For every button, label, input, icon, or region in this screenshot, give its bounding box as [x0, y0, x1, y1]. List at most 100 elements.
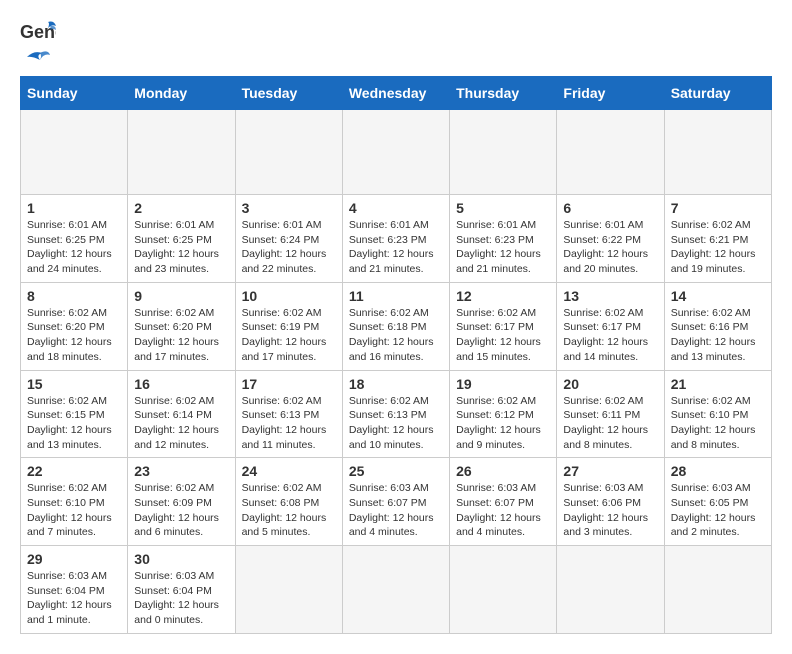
column-header-thursday: Thursday — [450, 77, 557, 110]
day-number: 2 — [134, 200, 228, 216]
table-row — [664, 110, 771, 195]
cell-details: Sunrise: 6:01 AMSunset: 6:25 PMDaylight:… — [134, 218, 228, 277]
cell-details: Sunrise: 6:01 AMSunset: 6:23 PMDaylight:… — [456, 218, 550, 277]
logo: General — [20, 20, 56, 66]
day-number: 21 — [671, 376, 765, 392]
day-number: 14 — [671, 288, 765, 304]
table-row — [557, 110, 664, 195]
table-row: 17 Sunrise: 6:02 AMSunset: 6:13 PMDayligh… — [235, 370, 342, 458]
table-row — [450, 546, 557, 634]
cell-details: Sunrise: 6:03 AMSunset: 6:05 PMDaylight:… — [671, 481, 765, 540]
calendar-table: SundayMondayTuesdayWednesdayThursdayFrid… — [20, 76, 772, 634]
day-number: 17 — [242, 376, 336, 392]
day-number: 4 — [349, 200, 443, 216]
day-number: 25 — [349, 463, 443, 479]
cell-details: Sunrise: 6:02 AMSunset: 6:18 PMDaylight:… — [349, 306, 443, 365]
table-row: 3 Sunrise: 6:01 AMSunset: 6:24 PMDaylight… — [235, 195, 342, 283]
table-row: 30 Sunrise: 6:03 AMSunset: 6:04 PMDayligh… — [128, 546, 235, 634]
table-row — [342, 546, 449, 634]
table-row: 11 Sunrise: 6:02 AMSunset: 6:18 PMDayligh… — [342, 282, 449, 370]
cell-details: Sunrise: 6:01 AMSunset: 6:22 PMDaylight:… — [563, 218, 657, 277]
cell-details: Sunrise: 6:03 AMSunset: 6:07 PMDaylight:… — [456, 481, 550, 540]
cell-details: Sunrise: 6:02 AMSunset: 6:17 PMDaylight:… — [563, 306, 657, 365]
day-number: 11 — [349, 288, 443, 304]
table-row: 19 Sunrise: 6:02 AMSunset: 6:12 PMDayligh… — [450, 370, 557, 458]
page-header: General — [20, 20, 772, 66]
day-number: 10 — [242, 288, 336, 304]
day-number: 15 — [27, 376, 121, 392]
table-row: 8Sunrise: 6:02 AMSunset: 6:20 PMDaylight… — [21, 282, 128, 370]
table-row: 6 Sunrise: 6:01 AMSunset: 6:22 PMDaylight… — [557, 195, 664, 283]
cell-details: Sunrise: 6:02 AMSunset: 6:12 PMDaylight:… — [456, 394, 550, 453]
table-row: 25 Sunrise: 6:03 AMSunset: 6:07 PMDayligh… — [342, 458, 449, 546]
table-row — [235, 546, 342, 634]
table-row: 13 Sunrise: 6:02 AMSunset: 6:17 PMDayligh… — [557, 282, 664, 370]
table-row: 29Sunrise: 6:03 AMSunset: 6:04 PMDayligh… — [21, 546, 128, 634]
day-number: 20 — [563, 376, 657, 392]
cell-details: Sunrise: 6:03 AMSunset: 6:04 PMDaylight:… — [134, 569, 228, 628]
day-number: 18 — [349, 376, 443, 392]
cell-details: Sunrise: 6:02 AMSunset: 6:20 PMDaylight:… — [134, 306, 228, 365]
column-header-saturday: Saturday — [664, 77, 771, 110]
cell-details: Sunrise: 6:02 AMSunset: 6:19 PMDaylight:… — [242, 306, 336, 365]
logo-icon: General — [20, 20, 56, 50]
table-row — [128, 110, 235, 195]
cell-details: Sunrise: 6:01 AMSunset: 6:24 PMDaylight:… — [242, 218, 336, 277]
day-number: 24 — [242, 463, 336, 479]
table-row: 27 Sunrise: 6:03 AMSunset: 6:06 PMDayligh… — [557, 458, 664, 546]
table-row: 10 Sunrise: 6:02 AMSunset: 6:19 PMDayligh… — [235, 282, 342, 370]
cell-details: Sunrise: 6:01 AMSunset: 6:23 PMDaylight:… — [349, 218, 443, 277]
table-row — [557, 546, 664, 634]
day-number: 13 — [563, 288, 657, 304]
day-number: 28 — [671, 463, 765, 479]
table-row: 7 Sunrise: 6:02 AMSunset: 6:21 PMDaylight… — [664, 195, 771, 283]
cell-details: Sunrise: 6:02 AMSunset: 6:11 PMDaylight:… — [563, 394, 657, 453]
cell-details: Sunrise: 6:02 AMSunset: 6:21 PMDaylight:… — [671, 218, 765, 277]
table-row: 16Sunrise: 6:02 AMSunset: 6:14 PMDayligh… — [128, 370, 235, 458]
column-header-friday: Friday — [557, 77, 664, 110]
cell-details: Sunrise: 6:03 AMSunset: 6:07 PMDaylight:… — [349, 481, 443, 540]
logo-bird-icon — [22, 48, 50, 66]
column-header-monday: Monday — [128, 77, 235, 110]
table-row: 1 Sunrise: 6:01 AMSunset: 6:25 PMDaylight… — [21, 195, 128, 283]
cell-details: Sunrise: 6:03 AMSunset: 6:06 PMDaylight:… — [563, 481, 657, 540]
cell-details: Sunrise: 6:02 AMSunset: 6:09 PMDaylight:… — [134, 481, 228, 540]
table-row: 14Sunrise: 6:02 AMSunset: 6:16 PMDayligh… — [664, 282, 771, 370]
table-row: 4 Sunrise: 6:01 AMSunset: 6:23 PMDaylight… — [342, 195, 449, 283]
table-row: 15 Sunrise: 6:02 AMSunset: 6:15 PMDayligh… — [21, 370, 128, 458]
column-header-wednesday: Wednesday — [342, 77, 449, 110]
day-number: 26 — [456, 463, 550, 479]
table-row: 20 Sunrise: 6:02 AMSunset: 6:11 PMDayligh… — [557, 370, 664, 458]
day-number: 3 — [242, 200, 336, 216]
table-row — [450, 110, 557, 195]
cell-details: Sunrise: 6:02 AMSunset: 6:10 PMDaylight:… — [671, 394, 765, 453]
column-header-sunday: Sunday — [21, 77, 128, 110]
day-number: 30 — [134, 551, 228, 567]
table-row: 2 Sunrise: 6:01 AMSunset: 6:25 PMDaylight… — [128, 195, 235, 283]
day-number: 5 — [456, 200, 550, 216]
day-number: 7 — [671, 200, 765, 216]
table-row: 22Sunrise: 6:02 AMSunset: 6:10 PMDayligh… — [21, 458, 128, 546]
table-row: 18 Sunrise: 6:02 AMSunset: 6:13 PMDayligh… — [342, 370, 449, 458]
table-row: 26 Sunrise: 6:03 AMSunset: 6:07 PMDayligh… — [450, 458, 557, 546]
cell-details: Sunrise: 6:03 AMSunset: 6:04 PMDaylight:… — [27, 569, 121, 628]
table-row: 24Sunrise: 6:02 AMSunset: 6:08 PMDayligh… — [235, 458, 342, 546]
cell-details: Sunrise: 6:02 AMSunset: 6:14 PMDaylight:… — [134, 394, 228, 453]
table-row: 5 Sunrise: 6:01 AMSunset: 6:23 PMDaylight… — [450, 195, 557, 283]
table-row — [664, 546, 771, 634]
cell-details: Sunrise: 6:01 AMSunset: 6:25 PMDaylight:… — [27, 218, 121, 277]
table-row — [235, 110, 342, 195]
day-number: 22 — [27, 463, 121, 479]
day-number: 27 — [563, 463, 657, 479]
table-row: 12Sunrise: 6:02 AMSunset: 6:17 PMDayligh… — [450, 282, 557, 370]
day-number: 1 — [27, 200, 121, 216]
cell-details: Sunrise: 6:02 AMSunset: 6:13 PMDaylight:… — [242, 394, 336, 453]
day-number: 6 — [563, 200, 657, 216]
day-number: 8 — [27, 288, 121, 304]
table-row: 23Sunrise: 6:02 AMSunset: 6:09 PMDayligh… — [128, 458, 235, 546]
table-row: 21 Sunrise: 6:02 AMSunset: 6:10 PMDayligh… — [664, 370, 771, 458]
cell-details: Sunrise: 6:02 AMSunset: 6:13 PMDaylight:… — [349, 394, 443, 453]
cell-details: Sunrise: 6:02 AMSunset: 6:15 PMDaylight:… — [27, 394, 121, 453]
day-number: 19 — [456, 376, 550, 392]
table-row: 9Sunrise: 6:02 AMSunset: 6:20 PMDaylight… — [128, 282, 235, 370]
